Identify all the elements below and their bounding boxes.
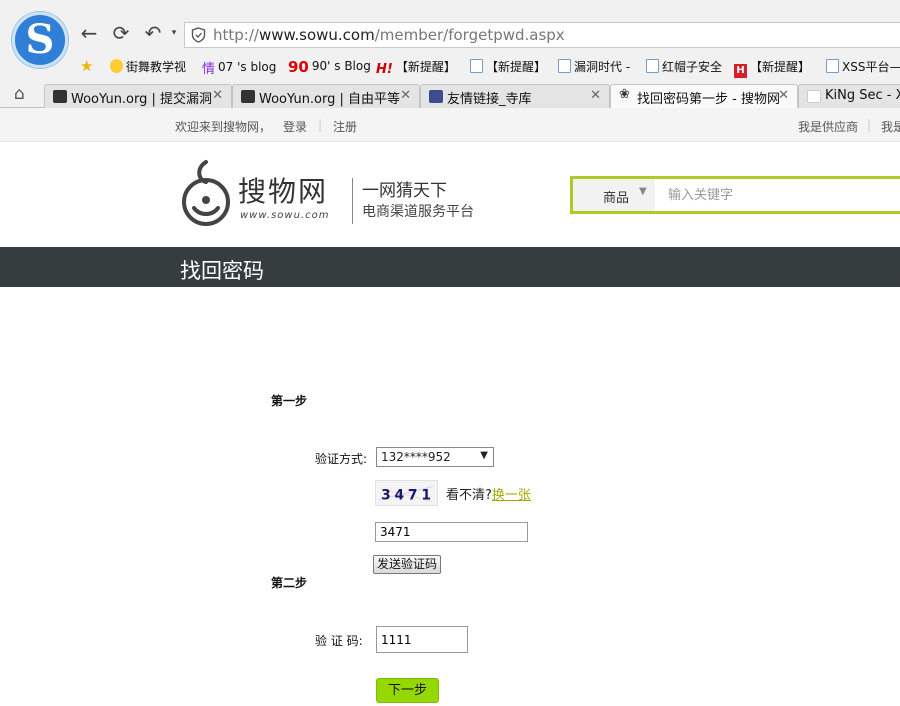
weather-icon xyxy=(110,59,123,73)
search-box: 商品 ▼ xyxy=(570,176,900,214)
brand-divider xyxy=(352,178,353,224)
page-icon xyxy=(826,59,839,73)
url-text: http://www.sowu.com/member/forgetpwd.asp… xyxy=(213,26,565,44)
brand-name: 搜物网 xyxy=(238,175,329,208)
bookmarks-bar: ★ 街舞教学视 情 07 's blog 90 90' s Blog H! 【新提醒】… xyxy=(0,54,900,78)
captcha-text: 3471 xyxy=(381,487,431,503)
captcha-refresh-link[interactable]: 换一张 xyxy=(492,488,531,503)
bookmark-item[interactable]: 漏洞时代 - xyxy=(558,58,630,75)
page-title: 找回密码 xyxy=(180,259,264,283)
close-icon[interactable]: ✕ xyxy=(778,88,789,103)
more-link[interactable]: 我是 xyxy=(881,118,900,135)
captcha-image[interactable]: 3471 xyxy=(375,480,438,506)
chevron-down-icon: ▼ xyxy=(480,450,488,461)
method-label: 验证方式: xyxy=(315,452,368,466)
verification-method-select[interactable]: 132****952 ▼ xyxy=(376,447,494,467)
step1-title: 第一步 xyxy=(271,394,308,408)
tab-king-sec[interactable]: KiNg Sec - X xyxy=(798,84,900,108)
verification-code-input[interactable] xyxy=(376,626,468,653)
undo-dropdown-icon[interactable]: ▾ xyxy=(163,22,185,44)
sowu-logo-icon xyxy=(182,160,230,226)
method-selected-value: 132****952 xyxy=(381,450,451,464)
captcha-input[interactable] xyxy=(375,522,528,542)
bookmark-item[interactable]: 【新提醒】 xyxy=(470,58,546,75)
bookmark-item[interactable]: H 【新提醒】 xyxy=(734,58,810,78)
qing-icon: 情 xyxy=(202,62,216,77)
leaf-favicon-icon: ❀ xyxy=(619,87,630,102)
search-category-label: 商品 xyxy=(603,191,630,206)
login-link[interactable]: 登录 xyxy=(283,118,307,135)
tab-secoo-links[interactable]: 友情链接_寺库 ✕ xyxy=(420,84,610,108)
bookmark-item[interactable]: 街舞教学视 xyxy=(110,58,186,75)
divider: | xyxy=(318,118,323,132)
next-step-button[interactable]: 下一步 xyxy=(376,678,439,703)
secoo-favicon-icon xyxy=(429,90,443,103)
wooyun-favicon-icon xyxy=(241,90,255,103)
captcha-hint: 看不清?换一张 xyxy=(446,484,531,503)
search-category-select[interactable]: 商品 ▼ xyxy=(573,179,655,211)
bookmark-item[interactable]: 红帽子安全 xyxy=(646,58,722,75)
king-favicon-icon xyxy=(807,90,821,103)
code-label: 验 证 码: xyxy=(315,634,363,648)
bookmark-item[interactable]: 情 07 's blog xyxy=(202,58,276,77)
site-brand[interactable]: 搜物网 www.sowu.com 一网猜天下 电商渠道服务平台 xyxy=(176,156,476,232)
step2-title: 第二步 xyxy=(271,576,308,590)
close-icon[interactable]: ✕ xyxy=(400,88,411,103)
welcome-text: 欢迎来到搜物网， xyxy=(175,120,272,134)
tab-wooyun-submit[interactable]: WooYun.org | 提交漏洞 ✕ xyxy=(44,84,232,108)
back-arrow-icon[interactable]: ← xyxy=(78,22,100,44)
ninety-icon: 90 xyxy=(288,58,309,76)
close-icon[interactable]: ✕ xyxy=(590,88,601,103)
wow-icon: H! xyxy=(376,62,393,77)
page-icon xyxy=(470,59,483,73)
tab-wooyun-free[interactable]: WooYun.org | 自由平等 ✕ xyxy=(232,84,420,108)
page-title-bar: 找回密码 xyxy=(0,247,900,287)
close-icon[interactable]: ✕ xyxy=(212,88,223,103)
search-input[interactable] xyxy=(655,179,900,211)
captcha-unclear-text: 看不清? xyxy=(446,488,492,503)
address-bar[interactable]: http://www.sowu.com/member/forgetpwd.asp… xyxy=(184,22,900,48)
undo-icon[interactable]: ↶ xyxy=(142,22,164,44)
bookmark-item[interactable]: XSS平台— xyxy=(826,58,900,75)
tab-strip: ⌂ WooYun.org | 提交漏洞 ✕ WooYun.org | 自由平等 … xyxy=(0,82,900,109)
shield-icon xyxy=(191,27,206,43)
register-link[interactable]: 注册 xyxy=(333,118,357,135)
site-topbar: 欢迎来到搜物网， 登录 | 注册 我是供应商 | 我是 xyxy=(0,108,900,142)
home-icon[interactable]: ⌂ xyxy=(14,84,25,104)
divider: | xyxy=(867,118,872,132)
browser-chrome: S ← ⟳ ↶ ▾ http://www.sowu.com/member/for… xyxy=(0,0,900,109)
brand-domain: www.sowu.com xyxy=(240,210,330,221)
red-h-icon: H xyxy=(734,64,747,78)
send-code-button[interactable]: 发送验证码 xyxy=(373,555,441,574)
page-icon xyxy=(646,59,659,73)
bookmark-item[interactable]: 90 90' s Blog xyxy=(288,58,371,76)
page-icon xyxy=(558,59,571,73)
supplier-link[interactable]: 我是供应商 xyxy=(798,118,858,135)
bookmark-item[interactable]: H! 【新提醒】 xyxy=(376,58,456,77)
wooyun-favicon-icon xyxy=(53,90,67,103)
brand-subtitle: 电商渠道服务平台 xyxy=(362,204,474,220)
star-icon[interactable]: ★ xyxy=(80,57,93,75)
chevron-down-icon: ▼ xyxy=(639,186,647,197)
brand-slogan: 一网猜天下 xyxy=(362,181,447,201)
refresh-icon[interactable]: ⟳ xyxy=(110,22,132,44)
tab-forget-password[interactable]: ❀ 找回密码第一步 - 搜物网 ✕ xyxy=(610,84,798,109)
